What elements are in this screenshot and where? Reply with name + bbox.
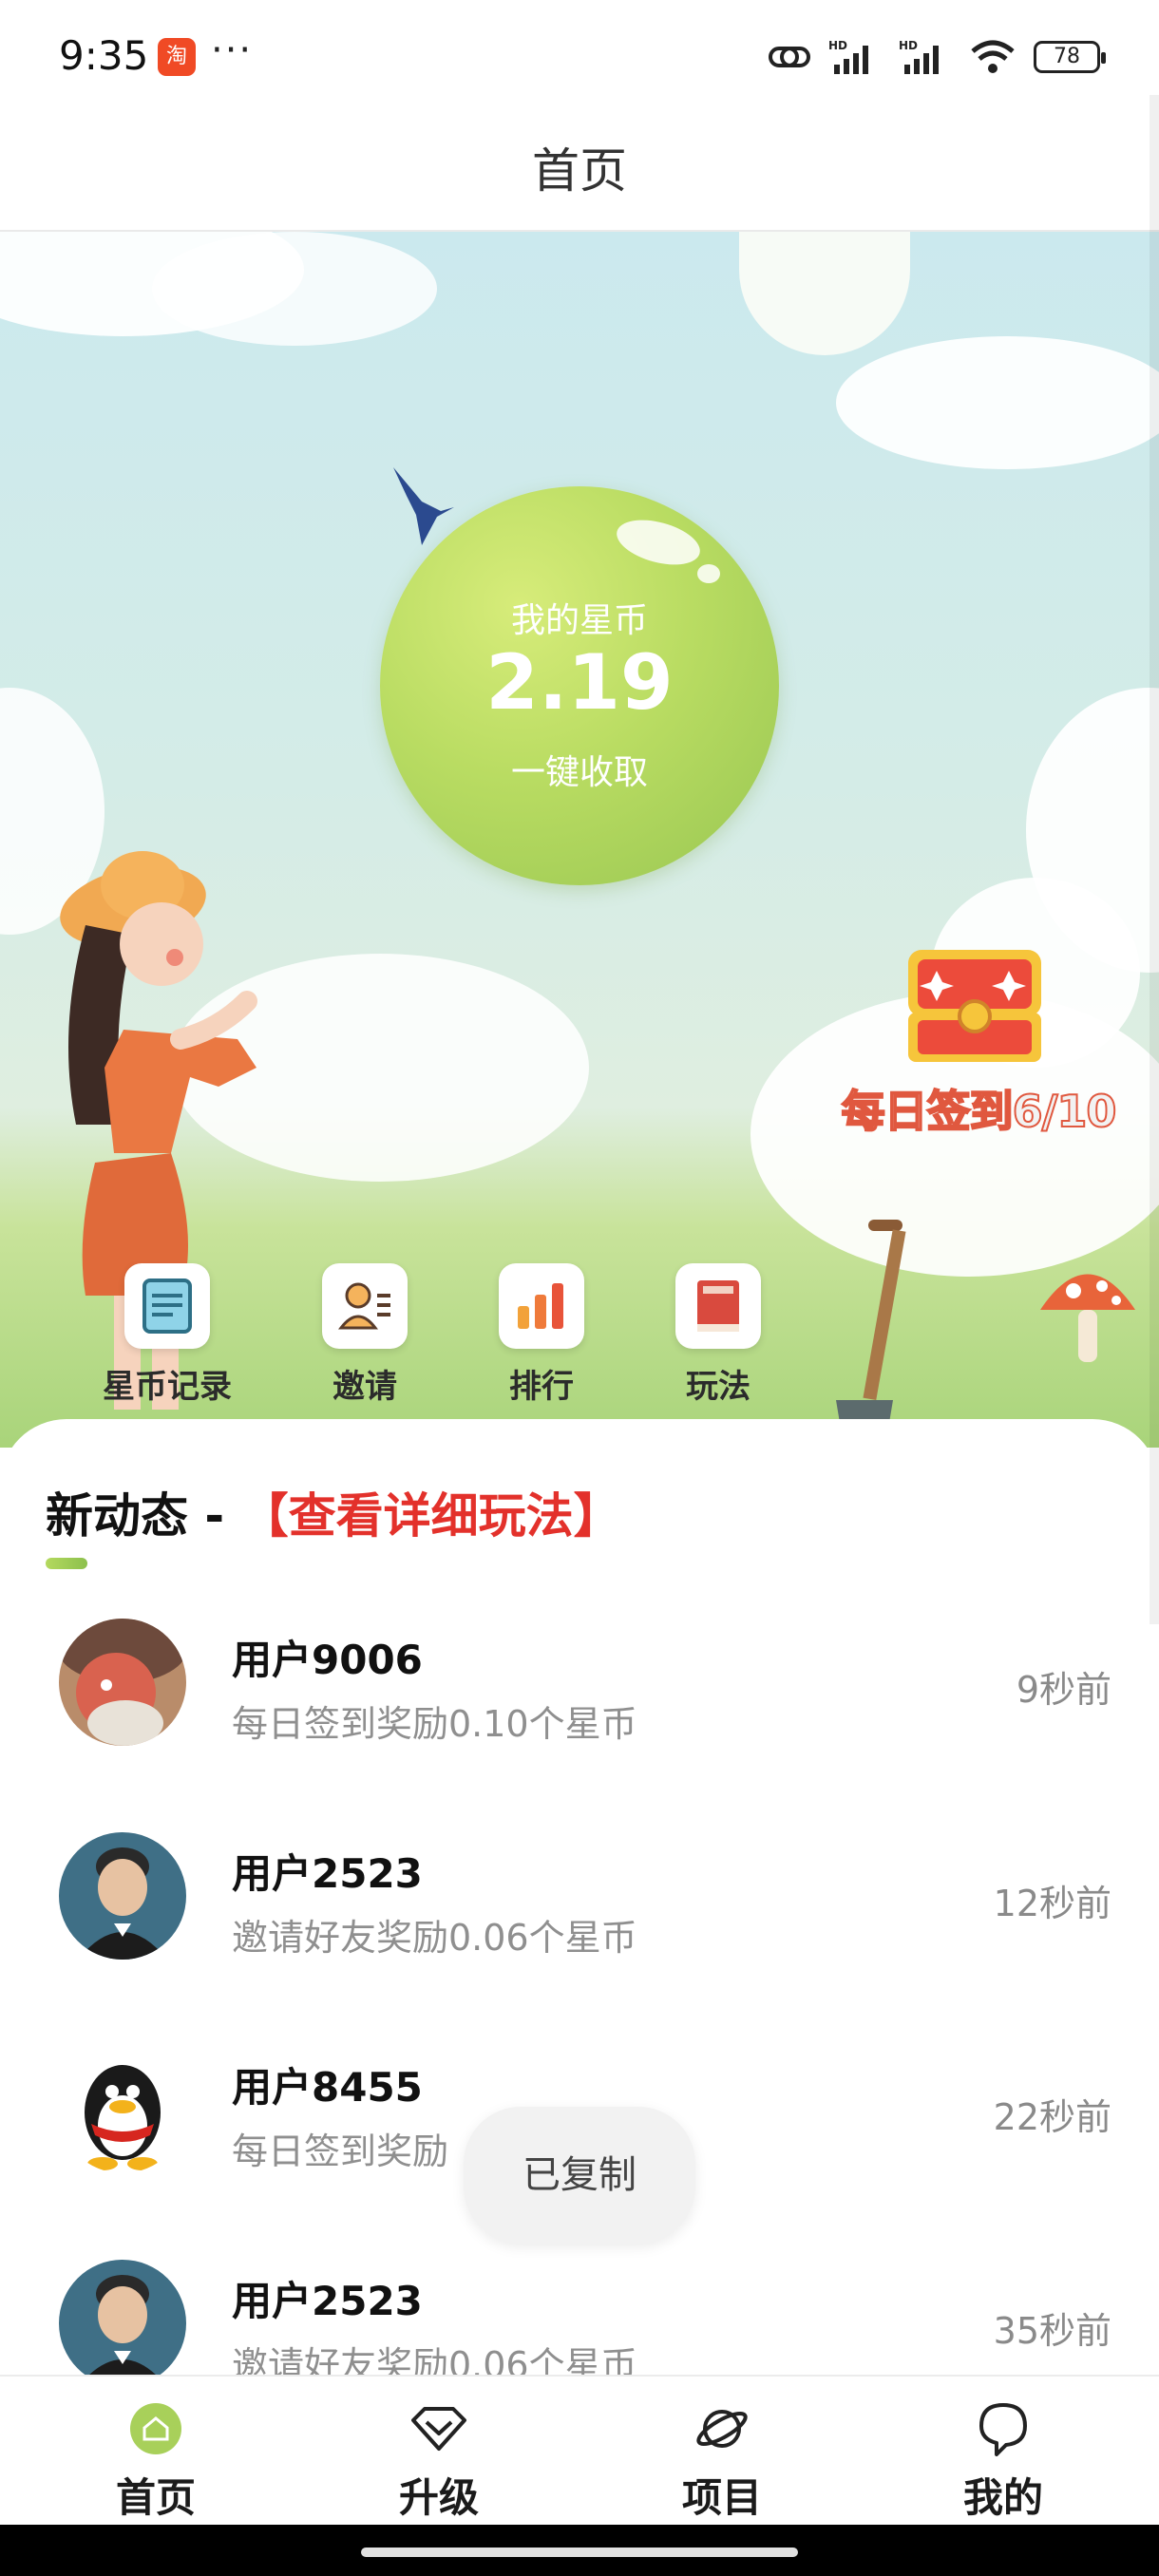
- nav-label: 项目: [681, 2474, 762, 2521]
- quick-menu-label: 玩法: [686, 1368, 750, 1406]
- cloud-decoration: [836, 336, 1159, 469]
- cloud-decoration: [152, 232, 437, 346]
- feed-title-text: 新动态 -: [46, 1488, 241, 1544]
- collect-all-label: 一键收取: [510, 753, 648, 792]
- nav-label: 升级: [398, 2474, 479, 2521]
- status-time: 9:35: [59, 32, 149, 79]
- signal-hd-icon: HD: [828, 39, 868, 74]
- feed-description: 邀请好友奖励0.06个星币: [232, 2344, 637, 2375]
- profile-icon: [970, 2396, 1036, 2462]
- page-title: 首页: [532, 143, 627, 199]
- daily-checkin-label[interactable]: 每日签到6/10: [836, 1077, 1121, 1140]
- coin-balance-value: 2.19: [485, 638, 674, 727]
- nav-profile[interactable]: 我的: [861, 2377, 1146, 2524]
- diamond-icon: [406, 2396, 472, 2462]
- feed-title-underline: [46, 1558, 87, 1569]
- feed-item: 用户2523 邀请好友奖励0.06个星币 35秒前: [0, 2260, 1159, 2375]
- title-bar: 首页: [0, 104, 1159, 232]
- battery-indicator: 78: [1034, 41, 1106, 73]
- rules-book-icon: [675, 1263, 761, 1349]
- quick-menu: 星币记录 邀请 排行 玩法: [0, 1263, 1159, 1415]
- planet-icon: [689, 2396, 755, 2462]
- shine-decoration: [697, 564, 720, 583]
- avatar: [59, 1832, 186, 1960]
- feed-time: 12秒前: [993, 1883, 1112, 1924]
- feed-description: 邀请好友奖励0.06个星币: [232, 1917, 637, 1959]
- scrollbar[interactable]: [1150, 95, 1159, 1624]
- home-indicator[interactable]: [361, 2548, 798, 2557]
- feed-time: 35秒前: [993, 2310, 1112, 2352]
- coin-balance-label: 我的星币: [510, 601, 648, 640]
- svg-text:HD: HD: [899, 39, 918, 52]
- feed-user-name: 用户8455: [232, 2064, 423, 2111]
- status-indicators: HD HD 78: [768, 36, 1106, 78]
- taobao-app-icon: 淘: [158, 38, 196, 76]
- copied-toast: 已复制: [464, 2107, 695, 2244]
- more-notifications-icon: ···: [211, 28, 254, 72]
- nav-upgrade[interactable]: 升级: [296, 2377, 581, 2524]
- svg-text:HD: HD: [828, 39, 847, 52]
- quick-menu-label: 排行: [509, 1368, 574, 1406]
- record-icon: [124, 1263, 210, 1349]
- app-screen: 9:35 淘 ··· HD HD 78 首页 我的星币 2.19 一键收取 每日…: [0, 0, 1159, 2576]
- home-icon: [123, 2396, 189, 2462]
- feed-user-name: 用户2523: [232, 1850, 423, 1897]
- avatar: [59, 2260, 186, 2375]
- sun-decoration: [739, 232, 910, 355]
- invite-icon: [322, 1263, 408, 1349]
- quick-menu-coin-record[interactable]: 星币记录: [91, 1263, 243, 1407]
- nav-label: 首页: [115, 2474, 196, 2521]
- link-icon: [769, 47, 810, 67]
- view-rules-link[interactable]: 【查看详细玩法】: [241, 1488, 621, 1544]
- feed-title: 新动态 - 【查看详细玩法】: [46, 1478, 621, 1546]
- quick-menu-invite[interactable]: 邀请: [289, 1263, 441, 1407]
- nav-label: 我的: [962, 2474, 1043, 2521]
- quick-menu-rules[interactable]: 玩法: [642, 1263, 794, 1407]
- bottom-navigation: 首页 升级 项目 我的: [0, 2375, 1159, 2525]
- quick-menu-ranking[interactable]: 排行: [466, 1263, 618, 1407]
- feed-user-name: 用户2523: [232, 2278, 423, 2324]
- feed-time: 22秒前: [993, 2096, 1112, 2138]
- feed-item: 用户2523 邀请好友奖励0.06个星币 12秒前: [0, 1832, 1159, 2046]
- collect-coins-button[interactable]: 我的星币 2.19 一键收取: [380, 486, 779, 885]
- shine-decoration: [612, 512, 705, 573]
- quick-menu-label: 邀请: [332, 1368, 397, 1406]
- feed-time: 9秒前: [1016, 1669, 1112, 1711]
- gesture-bar: [0, 2525, 1159, 2576]
- avatar: [59, 2046, 186, 2173]
- signal-hd-icon-2: HD: [899, 39, 939, 74]
- feed-user-name: 用户9006: [232, 1637, 423, 1683]
- nav-projects[interactable]: 项目: [580, 2377, 864, 2524]
- treasure-chest-icon[interactable]: [904, 944, 1045, 1066]
- avatar: [59, 1619, 186, 1746]
- nav-home[interactable]: 首页: [13, 2377, 298, 2524]
- status-bar: 9:35 淘 ··· HD HD 78: [0, 0, 1159, 104]
- quick-menu-label: 星币记录: [103, 1368, 232, 1406]
- feed-description: 每日签到奖励0.10个星币: [232, 1703, 637, 1745]
- feed-item: 用户9006 每日签到奖励0.10个星币 9秒前: [0, 1619, 1159, 1832]
- feed-description: 每日签到奖励: [232, 2131, 449, 2172]
- ranking-icon: [499, 1263, 584, 1349]
- wifi-icon: [971, 40, 1015, 73]
